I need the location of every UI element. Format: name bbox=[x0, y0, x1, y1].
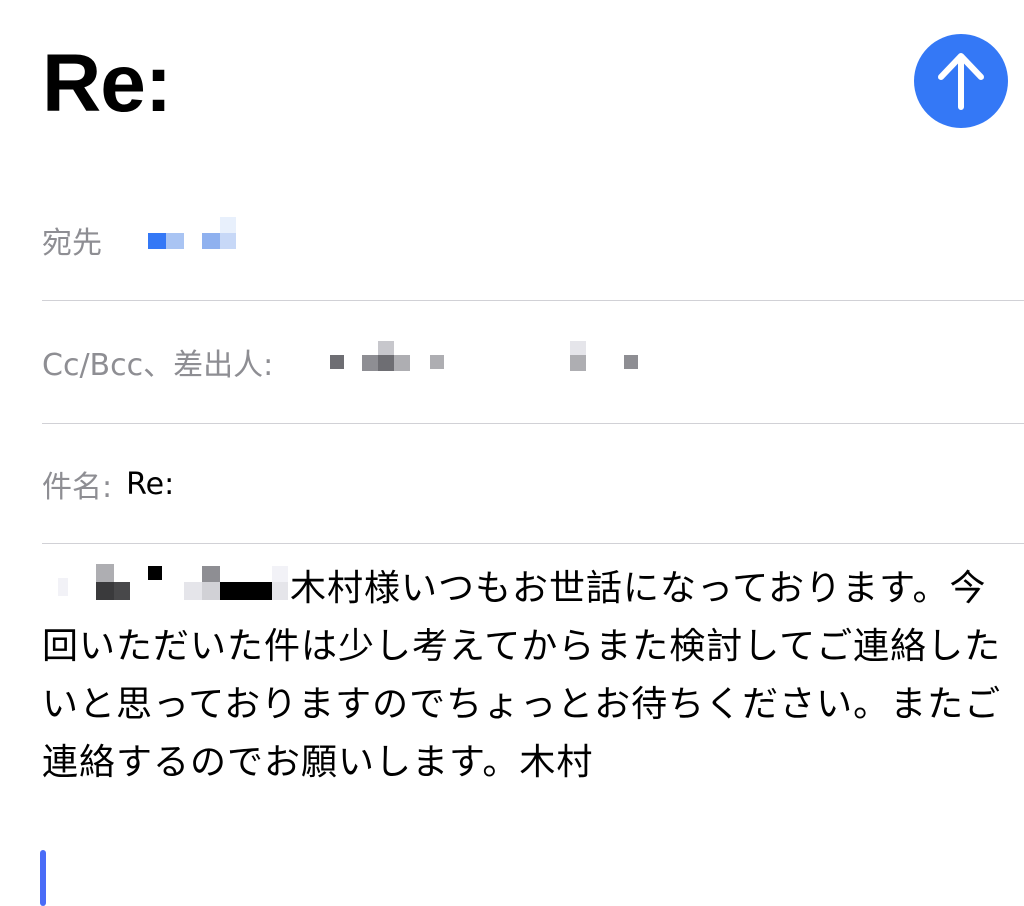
ccbcc-label: Cc/Bcc、差出人: bbox=[42, 348, 274, 383]
divider bbox=[42, 300, 1024, 301]
mail-compose-window: Re: 宛先 Cc/Bcc、差出人: 件名: Re: 木村様いつもお世話になって… bbox=[0, 0, 1024, 906]
arrow-up-icon bbox=[938, 53, 984, 110]
text-cursor bbox=[40, 850, 46, 906]
to-field[interactable]: 宛先 bbox=[42, 180, 1024, 300]
compose-title: Re: bbox=[42, 38, 172, 129]
to-label: 宛先 bbox=[42, 226, 102, 261]
subject-value: Re: bbox=[126, 466, 175, 502]
ccbcc-from-field[interactable]: Cc/Bcc、差出人: bbox=[42, 302, 1024, 422]
subject-label: 件名: bbox=[42, 470, 113, 505]
divider bbox=[42, 543, 1024, 544]
message-body-text: 木村様いつもお世話になっております。今回いただいた件は少し考えてからまた検討して… bbox=[42, 568, 1002, 783]
send-button[interactable] bbox=[914, 34, 1008, 128]
message-body[interactable]: 木村様いつもお世話になっております。今回いただいた件は少し考えてからまた検討して… bbox=[42, 560, 1002, 792]
redaction-spacer bbox=[42, 590, 290, 600]
subject-field[interactable]: 件名: Re: bbox=[42, 424, 1024, 544]
